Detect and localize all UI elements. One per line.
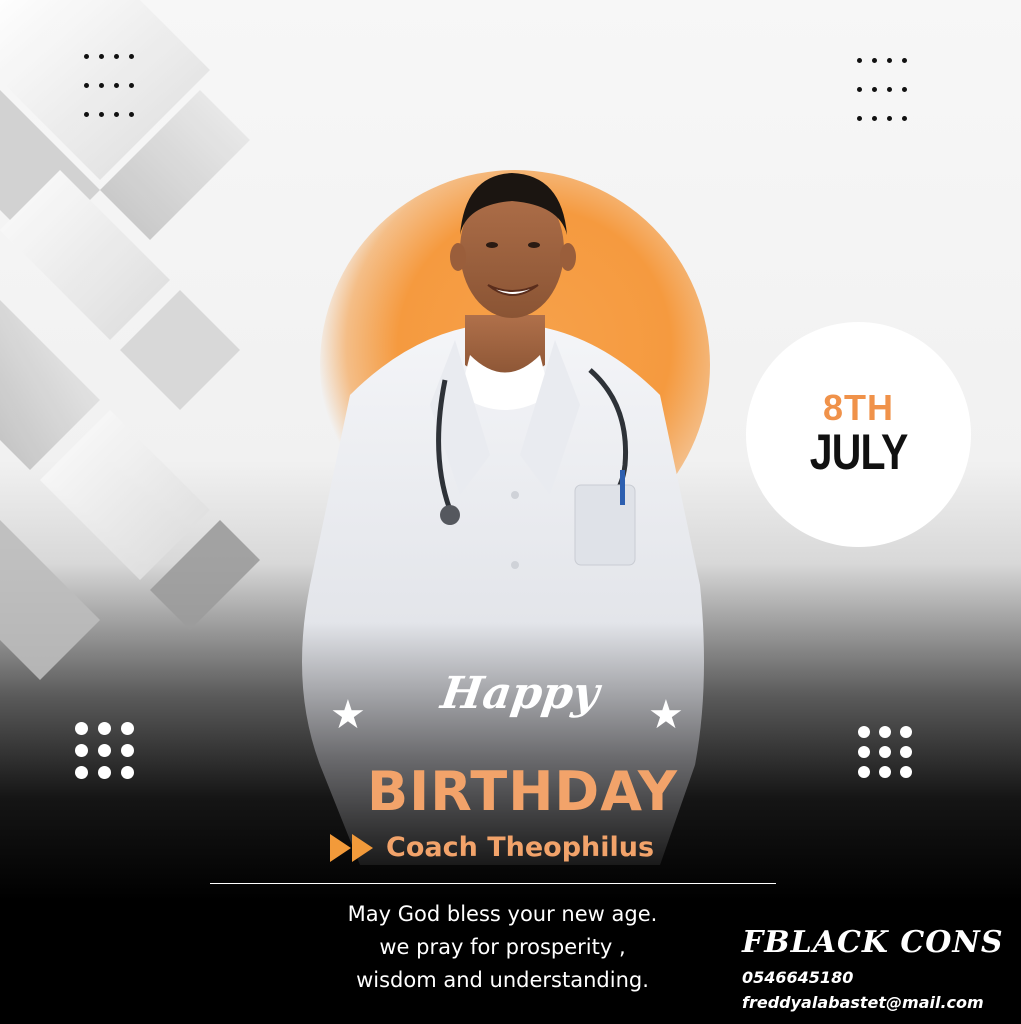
date-badge: 8TH JULY (746, 322, 971, 547)
message-line: we pray for prosperity , (379, 935, 626, 959)
message-line: May God bless your new age. (347, 902, 658, 926)
star-icon: ★ (330, 692, 366, 738)
contact-phone: 0546645180 (742, 968, 854, 987)
star-icon: ★ (648, 692, 684, 738)
celebrant-name: Coach Theophilus (386, 832, 655, 863)
fast-forward-icon (330, 834, 373, 862)
happy-heading: Happy (437, 668, 603, 719)
dot-grid-icon (84, 54, 135, 117)
contact-email: freddyalabastet@mail.com (742, 993, 984, 1012)
dot-grid-icon (857, 58, 908, 121)
message-line: wisdom and understanding. (356, 968, 649, 992)
birthday-heading: BIRTHDAY (367, 760, 678, 823)
divider-line (210, 883, 776, 884)
dot-grid-icon (858, 726, 912, 778)
brand-name: FBLACK CONS (742, 925, 1004, 960)
blessing-message: May God bless your new age. we pray for … (300, 898, 705, 997)
dot-grid-icon (75, 722, 134, 779)
flyer-canvas: 8TH JULY ★ ★ Happy BIRTHDAY Coach Theoph… (0, 0, 1021, 1024)
date-month: JULY (809, 424, 909, 481)
date-day: 8TH (822, 387, 894, 429)
